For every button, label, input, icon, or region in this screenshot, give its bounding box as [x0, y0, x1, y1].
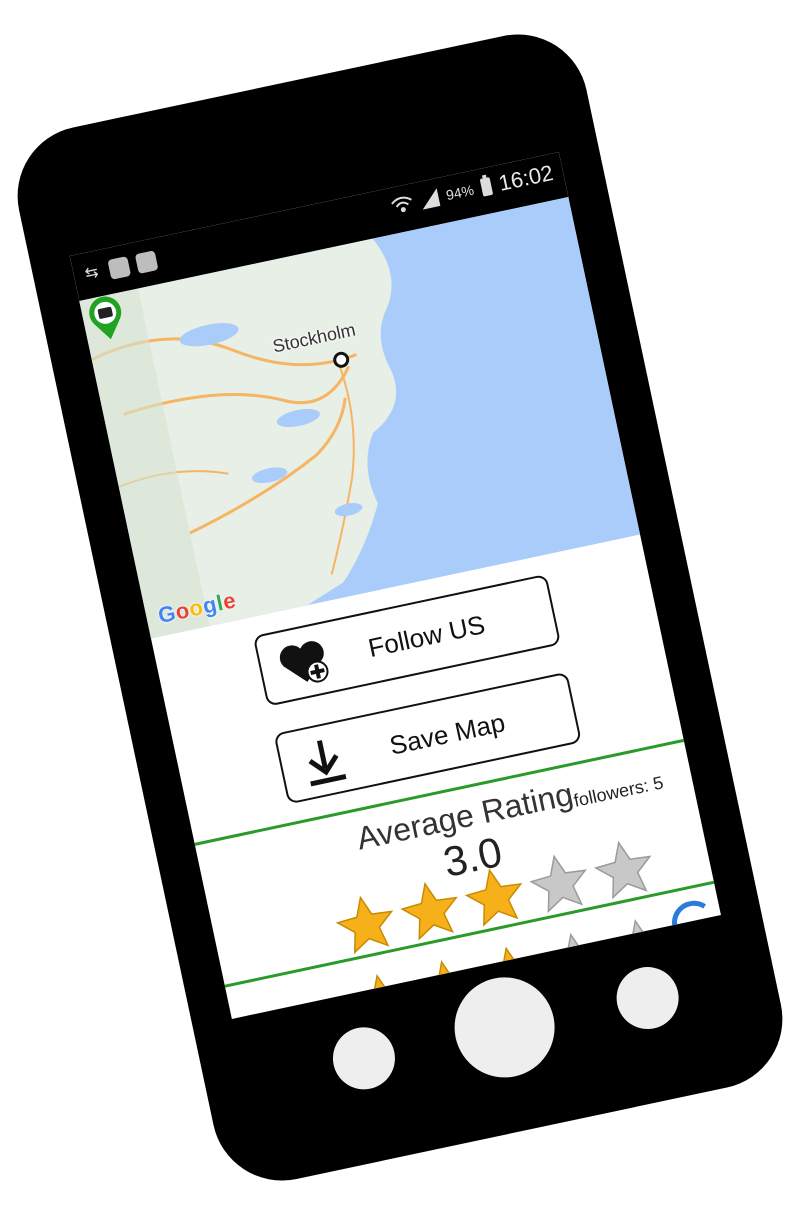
wifi-icon: [391, 196, 412, 213]
save-map-label: Save Map: [386, 706, 508, 761]
star-empty-icon: [545, 932, 604, 992]
map-pin-icon[interactable]: [79, 291, 134, 346]
sync-icon: ⇆: [83, 263, 101, 283]
stage: ⇆ 94% 16:02 Stockholm Google Follow US S…: [0, 0, 803, 1213]
hardware-back-button[interactable]: [327, 1021, 401, 1096]
star-filled-icon: [352, 973, 410, 1019]
phone-screen: ⇆ 94% 16:02 Stockholm Google Follow US S…: [69, 152, 721, 1019]
screenshot-icon: [107, 256, 132, 280]
follow-us-label: Follow US: [365, 608, 488, 663]
status-left-icons: ⇆: [80, 250, 159, 285]
followers-count: followers: 5: [571, 772, 666, 811]
hardware-home-button[interactable]: [445, 968, 564, 1087]
no-sync-icon: [134, 250, 159, 274]
hardware-menu-button[interactable]: [610, 961, 685, 1035]
signal-icon: [418, 188, 441, 210]
download-icon: [308, 740, 347, 787]
phone-body: ⇆ 94% 16:02 Stockholm Google Follow US S…: [4, 21, 796, 1194]
heart-plus-icon: [279, 641, 329, 683]
battery-percent: 94%: [444, 181, 476, 204]
battery-charging-icon: [479, 177, 494, 197]
clock: 16:02: [496, 159, 556, 196]
loading-spinner-icon: [667, 896, 721, 949]
